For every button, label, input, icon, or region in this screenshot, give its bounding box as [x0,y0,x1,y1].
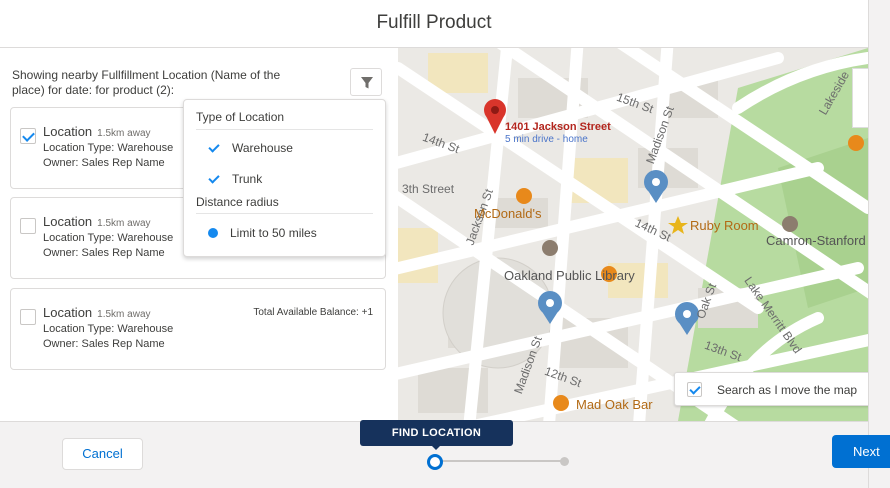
modal-header: Fulfill Product [0,0,868,48]
next-button[interactable]: Next [832,435,890,468]
map-view[interactable]: 1401 Jackson Street 5 min drive - home 1… [398,48,868,421]
search-as-move-label: Search as I move the map [717,383,858,397]
map-overlay-panel [852,68,868,128]
progress-step-current[interactable] [427,454,443,470]
home-pin-title: 1401 Jackson Street [505,121,611,133]
location-distance: 1.5km away [97,128,151,139]
warehouse-option[interactable]: Warehouse [232,141,293,155]
trunk-option[interactable]: Trunk [232,172,262,186]
home-pin-subtitle: 5 min drive - home [505,134,588,145]
radius-option[interactable]: Limit to 50 miles [230,226,317,240]
distance-radius-heading: Distance radius [196,195,279,209]
location-distance: 1.5km away [97,218,151,229]
warehouse-checkbox[interactable] [208,142,220,152]
divider [196,213,373,214]
location-checkbox[interactable] [20,128,36,144]
search-as-move-checkbox[interactable] [687,382,702,397]
modal-title: Fulfill Product [376,12,492,33]
location-type: Location Type: Warehouse [43,323,174,335]
location-name: Location 1.5km away [43,214,151,229]
divider [196,129,373,130]
available-balance: Total Available Balance: +1 [253,307,373,318]
radius-radio[interactable] [208,228,218,238]
poi-label: Camron-Stanford [766,233,866,248]
cancel-button[interactable]: Cancel [62,438,143,470]
tooltip-arrow [431,445,441,450]
location-checkbox[interactable] [20,218,36,234]
poi-label: McDonald's [474,206,542,221]
location-owner: Owner: Sales Rep Name [43,157,165,169]
filter-icon [361,77,373,89]
filter-button[interactable] [350,68,382,96]
location-type: Location Type: Warehouse [43,142,174,154]
results-description: Showing nearby Fullfillment Location (Na… [12,68,281,97]
window-edge [868,0,890,488]
search-as-move-toggle[interactable]: Search as I move the map [674,372,868,406]
type-of-location-heading: Type of Location [196,110,285,124]
location-name: Location 1.5km away [43,305,151,320]
progress-track [437,460,564,462]
poi-label: Ruby Room [690,218,759,233]
step-tooltip: FIND LOCATION [360,420,513,446]
poi-label: Mad Oak Bar [576,397,653,412]
location-type: Location Type: Warehouse [43,232,174,244]
location-owner: Owner: Sales Rep Name [43,338,165,350]
filter-dropdown: Type of Location Warehouse Trunk Distanc… [183,99,386,257]
location-name: Location 1.5km away [43,124,151,139]
location-card[interactable]: Location 1.5km away Location Type: Wareho… [10,288,386,370]
location-distance: 1.5km away [97,309,151,320]
poi-label: Oakland Public Library [504,268,635,283]
progress-step-next[interactable] [560,457,569,466]
location-owner: Owner: Sales Rep Name [43,247,165,259]
location-checkbox[interactable] [20,309,36,325]
trunk-checkbox[interactable] [208,173,220,183]
street-label: 3th Street [402,182,455,196]
